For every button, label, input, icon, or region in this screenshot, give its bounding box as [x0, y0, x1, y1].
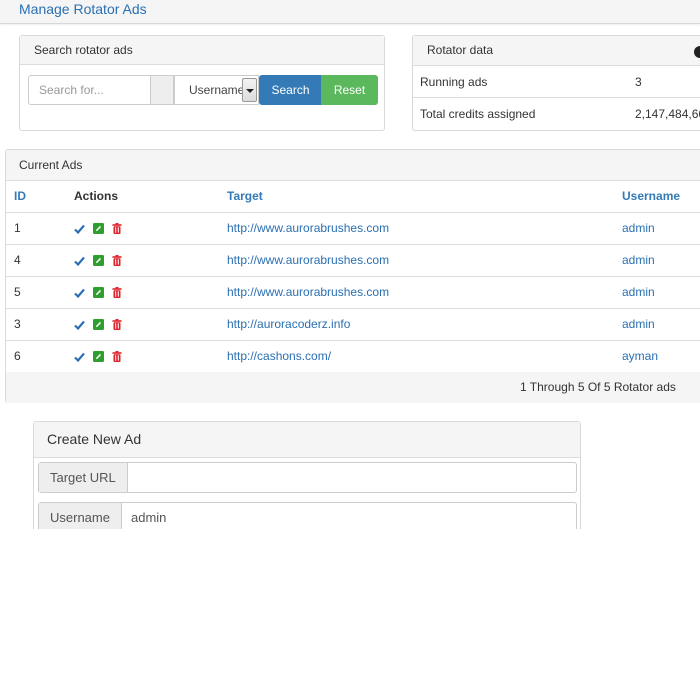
row-actions [74, 245, 130, 276]
username-input[interactable]: admin [131, 503, 166, 532]
check-icon[interactable] [74, 320, 85, 330]
current-ads-heading: Current Ads [6, 150, 700, 181]
edit-icon[interactable] [93, 223, 104, 235]
column-header-id[interactable]: ID [14, 181, 26, 212]
trash-icon[interactable] [112, 351, 122, 363]
edit-icon[interactable] [93, 287, 104, 299]
row-target-link[interactable]: http://cashons.com/ [227, 341, 331, 372]
row-target-link[interactable]: http://www.aurorabrushes.com [227, 245, 389, 276]
row-actions [74, 309, 130, 340]
row-username-link[interactable]: admin [622, 277, 655, 308]
rotator-data-value: 2,147,484,66 [635, 107, 700, 121]
row-id: 6 [14, 349, 21, 363]
row-username-link[interactable]: admin [622, 309, 655, 340]
trash-icon[interactable] [112, 287, 122, 299]
edit-icon[interactable] [93, 319, 104, 331]
search-row: Search for... Username Search Reset [28, 75, 378, 105]
column-header-actions: Actions [74, 189, 119, 203]
row-id: 4 [14, 253, 21, 267]
target-url-field[interactable]: Target URL [38, 462, 577, 493]
target-url-label: Target URL [39, 463, 128, 492]
row-actions [74, 277, 130, 308]
row-id: 1 [14, 221, 21, 235]
chevron-down-icon[interactable] [242, 78, 257, 102]
search-panel: Search rotator ads Search for... Usernam… [19, 35, 385, 131]
ads-footer: 1 Through 5 Of 5 Rotator ads [6, 372, 700, 403]
create-ad-heading: Create New Ad [34, 422, 580, 458]
rotator-data-panel: Rotator data Running ads 3 Total credits… [412, 35, 700, 131]
page-cutoff [0, 529, 700, 700]
row-username-link[interactable]: admin [622, 245, 655, 276]
rotator-data-value: 3 [635, 75, 642, 89]
row-actions [74, 341, 130, 372]
row-target-link[interactable]: http://www.aurorabrushes.com [227, 213, 389, 244]
rotator-data-label: Total credits assigned [420, 107, 536, 121]
search-panel-heading: Search rotator ads [20, 36, 384, 65]
row-actions [74, 213, 130, 244]
rotator-data-row: Total credits assigned 2,147,484,66 [413, 98, 700, 130]
edit-icon[interactable] [93, 351, 104, 363]
top-bar: Manage Rotator Ads [0, 0, 700, 24]
row-target-link[interactable]: http://www.aurorabrushes.com [227, 277, 389, 308]
table-header-row: ID Actions Target Username [6, 181, 700, 213]
info-icon[interactable] [694, 46, 700, 58]
rotator-data-heading: Rotator data [413, 36, 700, 66]
page-title: Manage Rotator Ads [19, 1, 147, 17]
column-header-username[interactable]: Username [622, 181, 680, 212]
trash-icon[interactable] [112, 255, 122, 267]
trash-icon[interactable] [112, 319, 122, 331]
search-button[interactable]: Search [259, 75, 322, 105]
check-icon[interactable] [74, 352, 85, 362]
pagination-summary: 1 Through 5 Of 5 Rotator ads [520, 380, 676, 394]
row-target-link[interactable]: http://auroracoderz.info [227, 309, 350, 340]
username-label: Username [39, 503, 122, 532]
row-id: 5 [14, 285, 21, 299]
check-icon[interactable] [74, 256, 85, 266]
ads-rows: 1 http://www.aurorabrushes.com admin 4 http:… [6, 213, 700, 373]
check-icon[interactable] [74, 288, 85, 298]
edit-icon[interactable] [93, 255, 104, 267]
rotator-data-row: Running ads 3 [413, 66, 700, 98]
ads-table: ID Actions Target Username 1 http://www.a… [6, 181, 700, 373]
table-row: 5 http://www.aurorabrushes.com admin [6, 277, 700, 309]
current-ads-panel: Current Ads ID Actions Target Username 1… [5, 149, 700, 403]
table-row: 1 http://www.aurorabrushes.com admin [6, 213, 700, 245]
check-icon[interactable] [74, 224, 85, 234]
rotator-data-label: Running ads [420, 75, 488, 89]
search-addon [150, 75, 174, 105]
column-header-target[interactable]: Target [227, 181, 263, 212]
table-row: 3 http://auroracoderz.info admin [6, 309, 700, 341]
reset-button[interactable]: Reset [321, 75, 378, 105]
row-username-link[interactable]: admin [622, 213, 655, 244]
table-row: 4 http://www.aurorabrushes.com admin [6, 245, 700, 277]
trash-icon[interactable] [112, 223, 122, 235]
search-input[interactable]: Search for... [28, 75, 151, 105]
table-row: 6 http://cashons.com/ayman [6, 341, 700, 373]
row-username-link[interactable]: ayman [622, 341, 658, 372]
row-id: 3 [14, 317, 21, 331]
